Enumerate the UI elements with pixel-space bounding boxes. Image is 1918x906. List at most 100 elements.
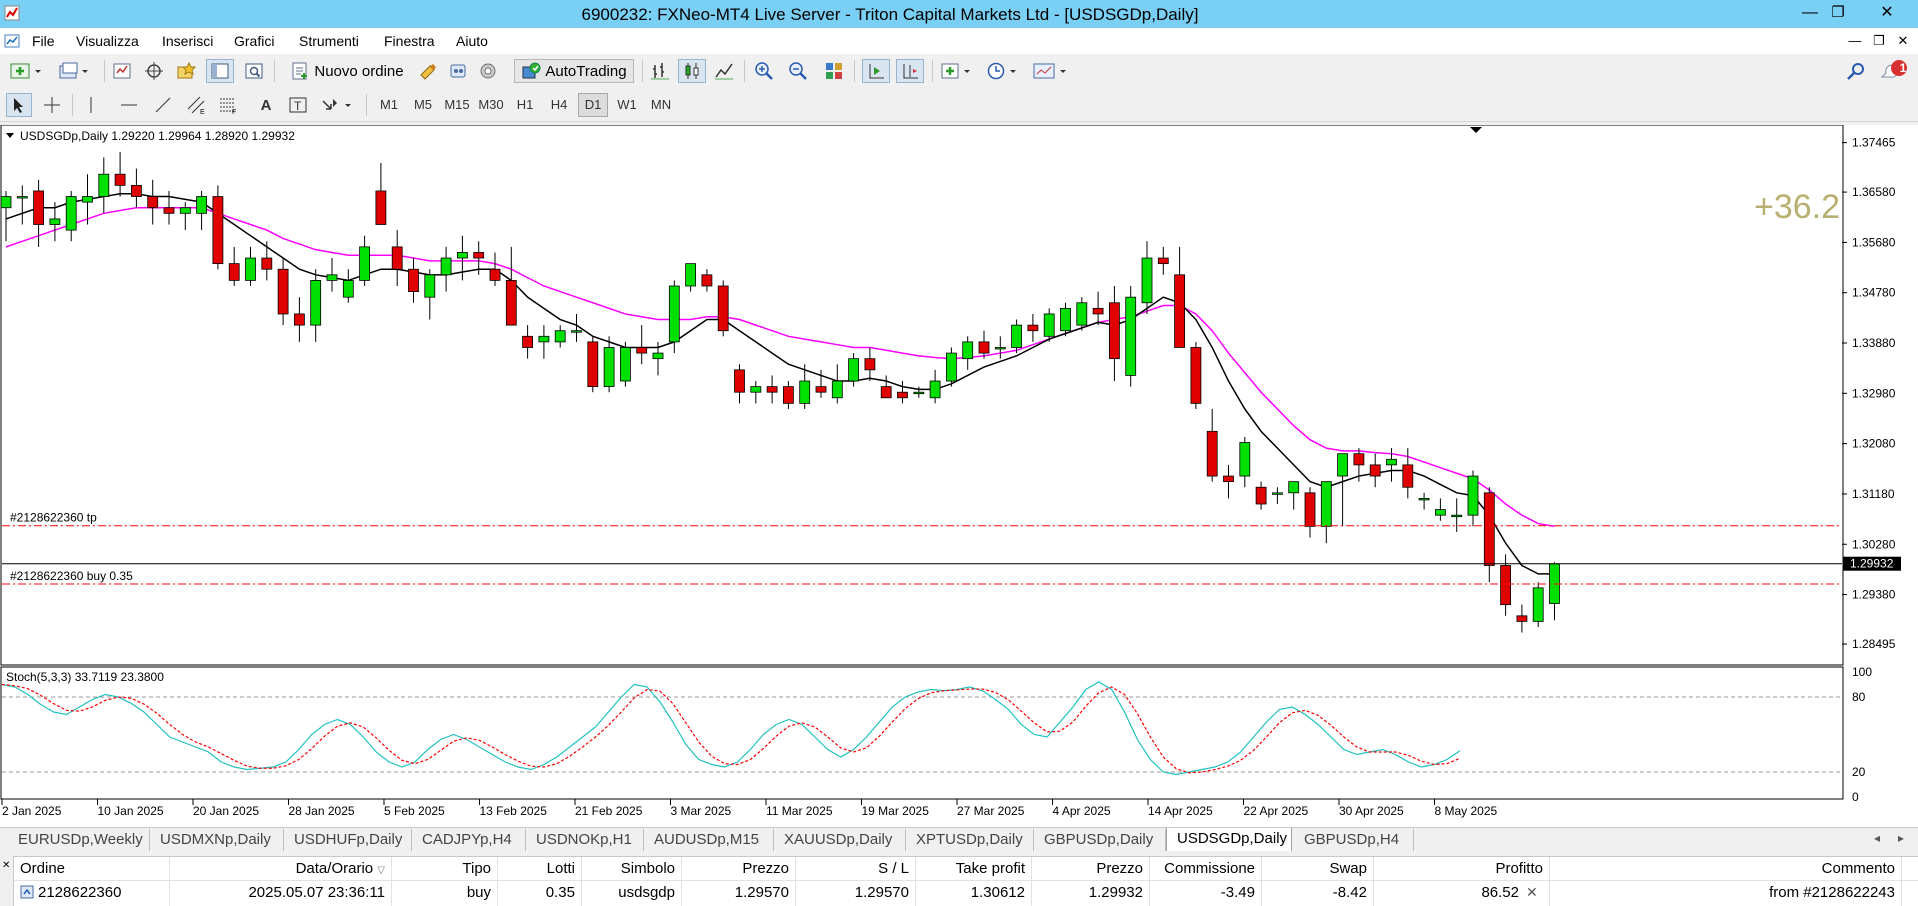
candle-body: [734, 369, 745, 393]
col-commento[interactable]: Commento: [1550, 857, 1902, 882]
indicators-button[interactable]: [938, 59, 976, 83]
tab-xptusdp-daily[interactable]: XPTUSDp,Daily: [906, 829, 1034, 851]
timeframe-m5[interactable]: M5: [408, 93, 438, 117]
col-simbolo[interactable]: Simbolo: [582, 857, 682, 882]
community-button[interactable]: [476, 59, 500, 83]
meta-editor-button[interactable]: [416, 59, 440, 83]
cell-lotti: 0.35: [498, 881, 582, 906]
restore-button[interactable]: ❐: [1818, 0, 1858, 28]
col-data-orario[interactable]: Data/Orario ▽: [170, 857, 392, 882]
timeframe-w1[interactable]: W1: [612, 93, 642, 117]
tile-windows-button[interactable]: [822, 59, 846, 83]
chart-tabs: EURUSDp,Weekly USDMXNp,Daily USDHUFp,Dai…: [0, 827, 1918, 852]
timeframe-h1[interactable]: H1: [510, 93, 540, 117]
stoch-axis-label: 80: [1852, 690, 1866, 704]
text-label-button[interactable]: T: [286, 93, 310, 117]
mdi-restore-button[interactable]: ❐: [1870, 32, 1888, 50]
menu-aiuto[interactable]: Aiuto: [456, 33, 488, 49]
candlestick-chart-button[interactable]: [678, 59, 706, 83]
col-prezzo-open[interactable]: Prezzo: [682, 857, 796, 882]
col-swap[interactable]: Swap: [1262, 857, 1374, 882]
timeframe-d1[interactable]: D1: [578, 93, 608, 117]
timeframe-m15[interactable]: M15: [442, 93, 472, 117]
mdi-minimize-button[interactable]: —: [1846, 32, 1864, 50]
fibonacci-button[interactable]: F: [216, 93, 240, 117]
auto-scroll-button[interactable]: [862, 59, 890, 83]
zoom-out-button[interactable]: [786, 59, 810, 83]
vertical-line-button[interactable]: [80, 93, 102, 117]
tab-usdsgdp-daily[interactable]: USDSGDp,Daily: [1166, 828, 1292, 852]
cursor-tool-button[interactable]: [6, 93, 32, 117]
new-chart-button[interactable]: [6, 59, 46, 83]
terminal-close-icon[interactable]: ✕: [2, 860, 10, 871]
tab-scroll-left-icon[interactable]: ◂: [1874, 831, 1880, 845]
menu-strumenti[interactable]: Strumenti: [299, 33, 359, 49]
col-commissione[interactable]: Commissione: [1150, 857, 1262, 882]
line-chart-button[interactable]: [712, 59, 736, 83]
timeframe-m30[interactable]: M30: [476, 93, 506, 117]
trendline-button[interactable]: [152, 93, 174, 117]
menu-visualizza[interactable]: Visualizza: [76, 33, 139, 49]
col-take-profit[interactable]: Take profit: [916, 857, 1032, 882]
horizontal-line-button[interactable]: [118, 93, 140, 117]
data-window-button[interactable]: [142, 59, 166, 83]
menu-finestra[interactable]: Finestra: [384, 33, 435, 49]
market-watch-button[interactable]: [110, 59, 134, 83]
tab-eurusdp-weekly[interactable]: EURUSDp,Weekly: [8, 829, 150, 851]
timeframe-m1[interactable]: M1: [374, 93, 404, 117]
tab-usdmxnp-daily[interactable]: USDMXNp,Daily: [150, 829, 284, 851]
candle-body: [1092, 307, 1104, 315]
templates-button[interactable]: [1030, 59, 1070, 83]
close-button[interactable]: ✕: [1858, 0, 1916, 28]
chart-window-icon[interactable]: [4, 33, 20, 49]
candle-body: [1337, 453, 1348, 477]
tab-scroll-right-icon[interactable]: ▸: [1898, 831, 1904, 845]
tab-gbpusdp-h4[interactable]: GBPUSDp,H4: [1294, 829, 1414, 851]
notifications-button[interactable]: 1: [1878, 59, 1912, 83]
menu-inserisci[interactable]: Inserisci: [162, 33, 213, 49]
menu-grafici[interactable]: Grafici: [234, 33, 274, 49]
signals-button[interactable]: [446, 59, 470, 83]
tab-gbpusdp-daily[interactable]: GBPUSDp,Daily: [1034, 829, 1166, 851]
zoom-in-button[interactable]: [752, 59, 776, 83]
terminal-side-handle[interactable]: ✕: [0, 856, 14, 906]
date-axis-label: 30 Apr 2025: [1339, 804, 1404, 818]
tab-usdhufp-daily[interactable]: USDHUFp,Daily: [284, 829, 412, 851]
equidistant-channel-button[interactable]: E: [184, 93, 208, 117]
table-row[interactable]: 2128622360 2025.05.07 23:36:11 buy 0.35 …: [14, 881, 1918, 906]
bar-chart-button[interactable]: [648, 59, 672, 83]
tab-audusdp-m15[interactable]: AUDUSDp,M15: [644, 829, 774, 851]
col-tipo[interactable]: Tipo: [392, 857, 498, 882]
menu-file[interactable]: File: [32, 33, 55, 49]
col-lotti[interactable]: Lotti: [498, 857, 582, 882]
col-ordine[interactable]: Ordine: [14, 857, 170, 882]
date-axis-label: 14 Apr 2025: [1148, 804, 1213, 818]
terminal-icon: [211, 63, 229, 79]
price-axis-label: 1.29380: [1852, 588, 1896, 602]
mdi-close-button[interactable]: ✕: [1894, 32, 1912, 50]
price-chart[interactable]: #2128622360 tp #2128622360 buy 0.35 1.2993…: [0, 125, 1918, 827]
profiles-button[interactable]: [56, 59, 94, 83]
strategy-tester-button[interactable]: [242, 59, 266, 83]
search-button[interactable]: [1844, 59, 1868, 83]
autotrading-button[interactable]: AutoTrading: [514, 59, 634, 83]
price-axis-label: 1.37465: [1852, 136, 1896, 150]
crosshair-tool-button[interactable]: [40, 93, 64, 117]
tab-xauusdp-daily[interactable]: XAUUSDp,Daily: [774, 829, 906, 851]
text-tool-button[interactable]: A: [256, 93, 276, 117]
col-prezzo-current[interactable]: Prezzo: [1032, 857, 1150, 882]
chart-window[interactable]: #2128622360 tp #2128622360 buy 0.35 1.2993…: [0, 125, 1918, 827]
timeframe-h4[interactable]: H4: [544, 93, 574, 117]
col-profitto[interactable]: Profitto: [1374, 857, 1550, 882]
col-stop-loss[interactable]: S / L: [796, 857, 916, 882]
timeframe-mn[interactable]: MN: [646, 93, 676, 117]
chart-shift-button[interactable]: [896, 59, 924, 83]
new-order-button[interactable]: Nuovo ordine: [282, 59, 412, 83]
tab-cadjpyp-h4[interactable]: CADJPYp,H4: [412, 829, 526, 851]
periods-button[interactable]: [984, 59, 1022, 83]
arrows-button[interactable]: [318, 93, 358, 117]
tab-usdnokp-h1[interactable]: USDNOKp,H1: [526, 829, 644, 851]
close-order-icon[interactable]: ✕: [1526, 884, 1538, 901]
terminal-button[interactable]: [206, 59, 234, 83]
navigator-button[interactable]: [174, 59, 198, 83]
